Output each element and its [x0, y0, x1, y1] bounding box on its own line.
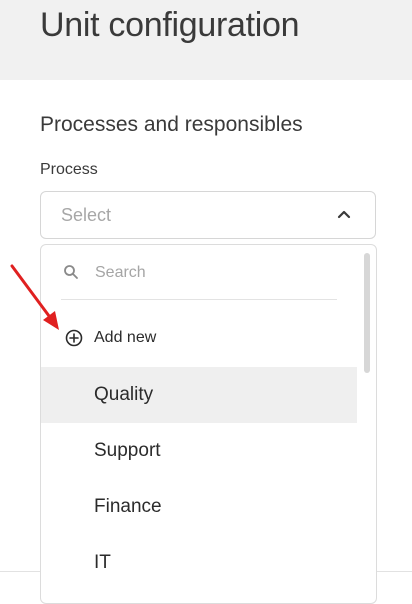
search-input[interactable] — [95, 261, 325, 285]
option-finance[interactable]: Finance — [41, 479, 357, 535]
section-title: Processes and responsibles — [40, 113, 303, 136]
process-dropdown: Add new Quality Support Finance IT — [40, 244, 377, 604]
option-label: Quality — [94, 384, 154, 405]
process-select-placeholder: Select — [61, 205, 112, 225]
page-header: Unit configuration — [0, 0, 412, 80]
option-label: IT — [94, 552, 111, 573]
add-new-option[interactable]: Add new — [41, 315, 357, 361]
red-arrow-annotation — [10, 264, 59, 330]
option-label: Support — [94, 440, 161, 461]
option-it[interactable]: IT — [41, 535, 357, 591]
option-quality[interactable]: Quality — [41, 367, 357, 423]
process-select[interactable]: Select — [40, 191, 376, 239]
option-label: Finance — [94, 496, 162, 517]
add-new-label: Add new — [94, 329, 157, 346]
option-support[interactable]: Support — [41, 423, 357, 479]
plus-circle-icon — [65, 329, 83, 347]
divider — [0, 571, 40, 572]
dropdown-search — [61, 257, 337, 300]
process-field-label: Process — [40, 161, 98, 178]
chevron-up-icon[interactable] — [337, 209, 351, 219]
divider — [377, 571, 412, 572]
page-title: Unit configuration — [40, 6, 300, 44]
dropdown-scrollbar[interactable] — [364, 253, 370, 373]
